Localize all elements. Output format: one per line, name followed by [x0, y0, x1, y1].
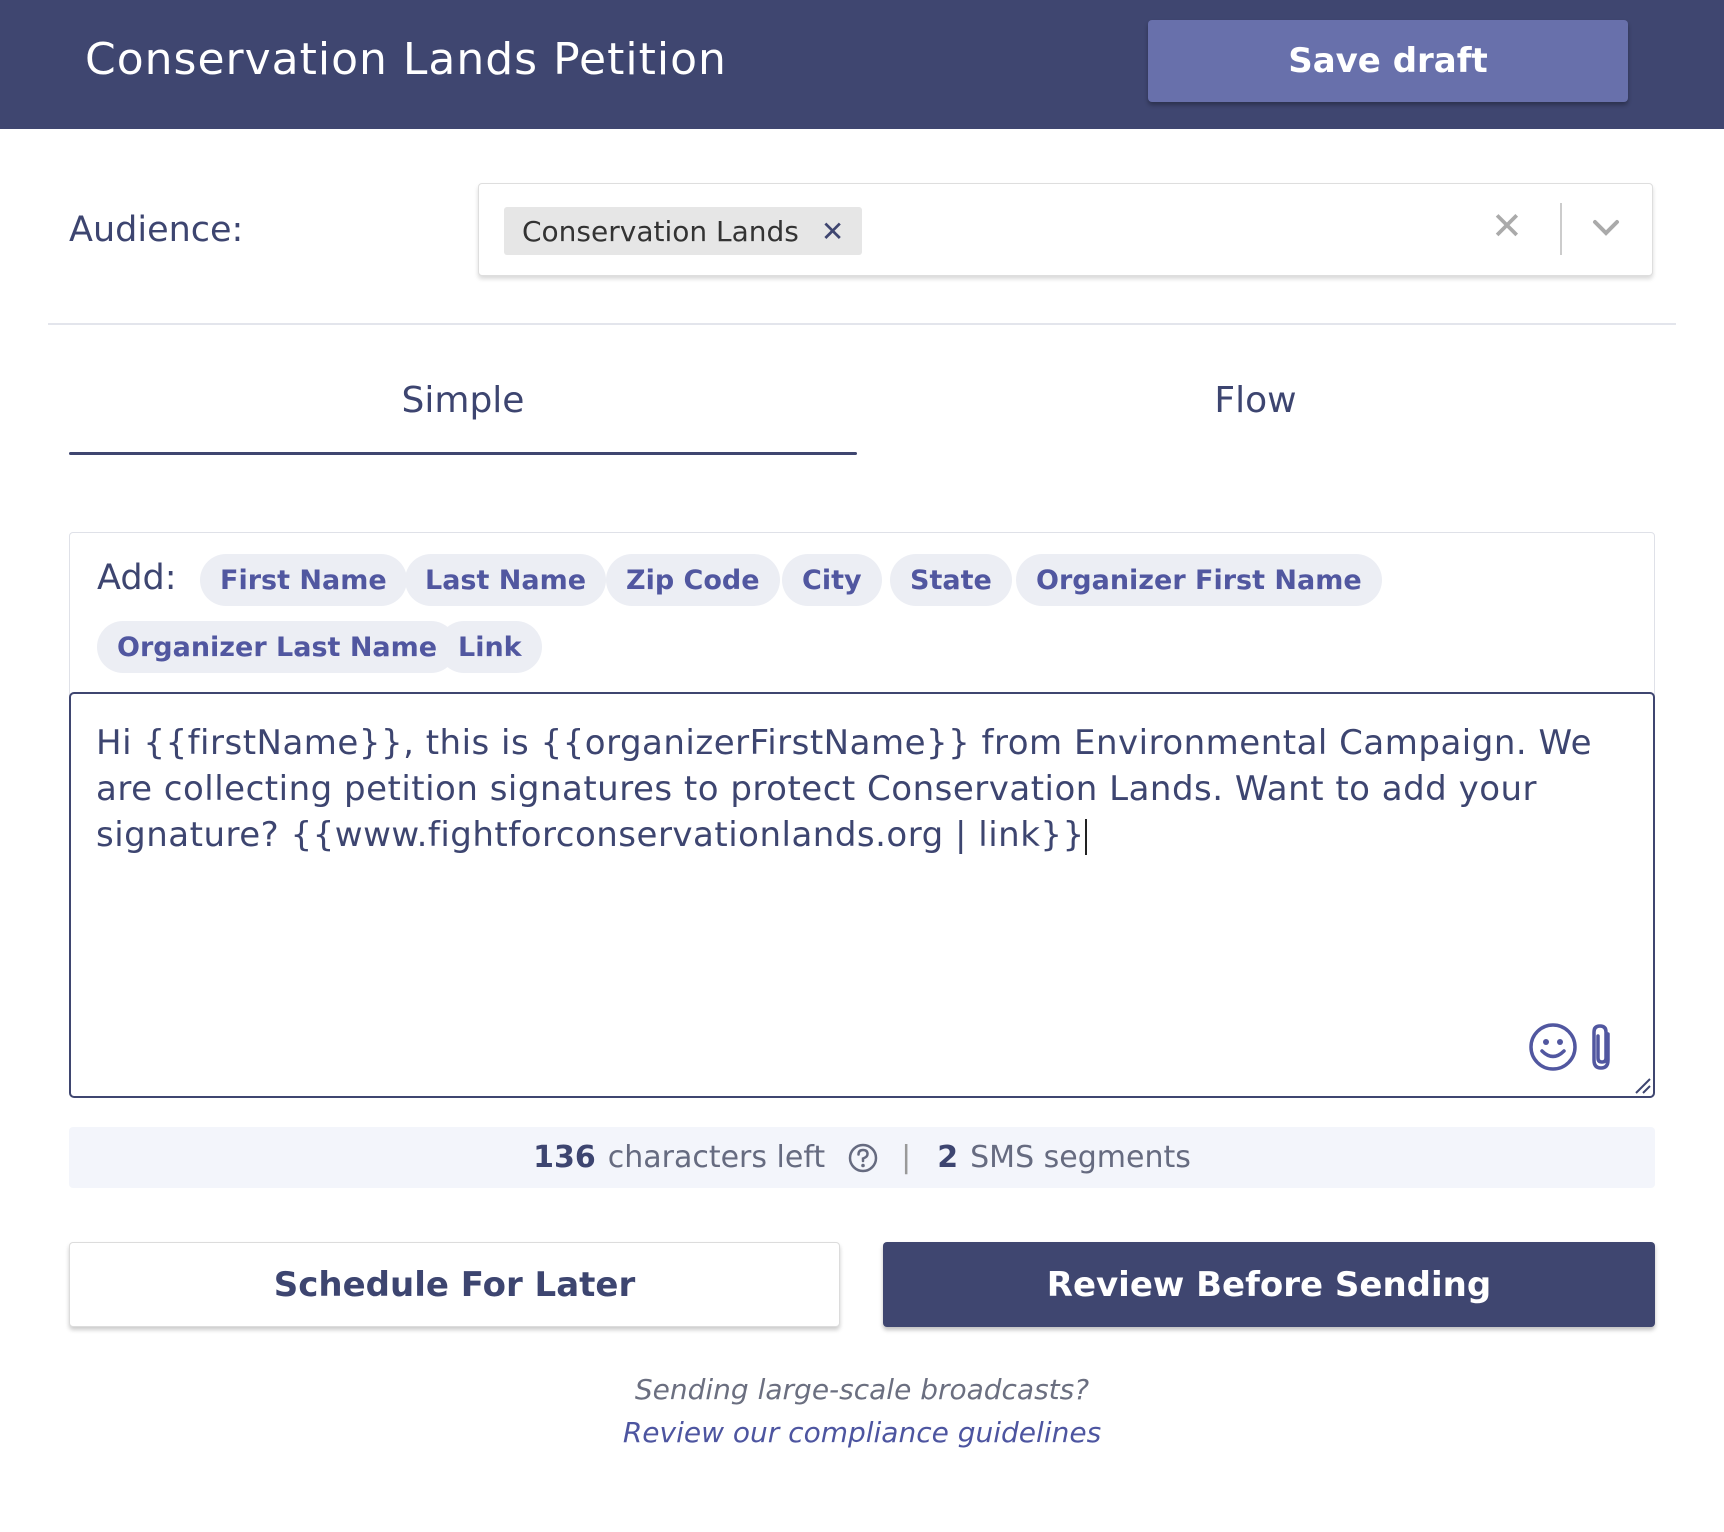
- chip-remove-icon[interactable]: ✕: [821, 215, 844, 248]
- compliance-note: Sending large-scale broadcasts?: [634, 1373, 1090, 1406]
- schedule-for-later-button[interactable]: Schedule For Later: [69, 1242, 840, 1327]
- active-tab-indicator: [69, 452, 857, 455]
- section-divider: [48, 323, 1676, 325]
- token-state[interactable]: State: [890, 554, 1012, 606]
- token-first-name[interactable]: First Name: [200, 554, 407, 606]
- chars-left-count: 136: [533, 1140, 596, 1175]
- segments-count: 2: [937, 1140, 959, 1175]
- audience-label: Audience:: [69, 210, 244, 250]
- emoji-icon[interactable]: [1528, 1022, 1578, 1076]
- token-link[interactable]: Link: [438, 621, 542, 673]
- audience-chip: Conservation Lands ✕: [504, 207, 863, 255]
- character-counter: 136 characters left | 2 SMS segments: [69, 1127, 1655, 1188]
- token-zip-code[interactable]: Zip Code: [606, 554, 780, 606]
- review-before-sending-button[interactable]: Review Before Sending: [883, 1242, 1655, 1327]
- clear-icon[interactable]: ✕: [1491, 204, 1523, 248]
- page-title: Conservation Lands Petition: [85, 34, 727, 85]
- compliance-guidelines-link[interactable]: Review our compliance guidelines: [0, 1416, 1724, 1449]
- save-draft-button[interactable]: Save draft: [1148, 20, 1628, 102]
- message-text[interactable]: Hi {{firstName}}, this is {{organizerFir…: [96, 720, 1606, 858]
- chars-left-label: characters left: [607, 1140, 826, 1175]
- token-last-name[interactable]: Last Name: [405, 554, 607, 606]
- message-content: Hi {{firstName}}, this is {{organizerFir…: [96, 723, 1604, 855]
- tab-flow[interactable]: Flow: [858, 380, 1653, 421]
- resize-handle-icon[interactable]: [1632, 1075, 1652, 1099]
- paperclip-icon[interactable]: [1588, 1022, 1618, 1076]
- counter-separator: |: [901, 1140, 912, 1175]
- token-organizer-last-name[interactable]: Organizer Last Name: [97, 621, 458, 673]
- token-city[interactable]: City: [782, 554, 882, 606]
- chevron-down-icon[interactable]: [1589, 210, 1623, 248]
- tab-simple[interactable]: Simple: [69, 380, 857, 421]
- token-organizer-first-name[interactable]: Organizer First Name: [1016, 554, 1382, 606]
- audience-select[interactable]: Conservation Lands ✕ ✕: [478, 183, 1653, 276]
- top-bar: Conservation Lands Petition Save draft: [0, 0, 1724, 129]
- text-caret: [1084, 818, 1087, 855]
- add-label: Add:: [97, 558, 177, 598]
- segments-label: SMS segments: [970, 1140, 1191, 1175]
- help-icon[interactable]: [847, 1142, 879, 1174]
- select-divider: [1560, 203, 1562, 255]
- audience-chip-label: Conservation Lands: [522, 214, 799, 248]
